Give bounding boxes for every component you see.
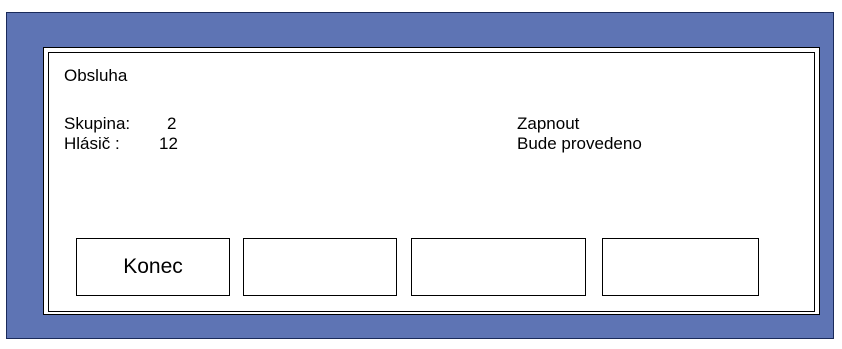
group-value: 2: [167, 114, 177, 133]
function-button-2[interactable]: [243, 238, 397, 296]
detector-label: Hlásič :: [64, 134, 120, 153]
detector-value: 12: [159, 134, 178, 153]
function-button-4[interactable]: [602, 238, 759, 296]
end-button[interactable]: Konec: [76, 238, 230, 296]
service-dialog: Obsluha Skupina: 2 Hlásič : 12 Zapnout B…: [48, 52, 815, 312]
function-button-3[interactable]: [411, 238, 586, 296]
action-text: Zapnout: [517, 114, 580, 133]
status-text: Bude provedeno: [517, 134, 642, 153]
group-label: Skupina:: [64, 114, 131, 133]
dialog-title: Obsluha: [64, 66, 128, 85]
